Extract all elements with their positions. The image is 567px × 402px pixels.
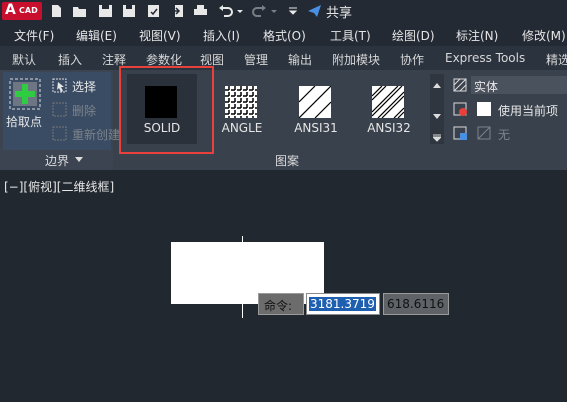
boundary-panel: 拾取点 选择 删除 重新创建 边界 bbox=[0, 70, 120, 170]
new-file-icon[interactable] bbox=[49, 4, 64, 18]
hatch-type-icon bbox=[453, 78, 467, 92]
share-label[interactable]: 共享 bbox=[326, 2, 352, 21]
redo-icon[interactable] bbox=[252, 4, 267, 18]
pick-point-icon[interactable] bbox=[9, 78, 41, 110]
menu-bar: 文件(F) 编辑(E) 视图(V) 插入(I) 格式(O) 工具(T) 绘图(D… bbox=[0, 24, 567, 46]
command-prompt-label: 命令: bbox=[264, 299, 293, 313]
tab-addins[interactable]: 附加模块 bbox=[332, 51, 380, 68]
ansi32-hatch-icon bbox=[372, 86, 404, 118]
hatch-type-value: 实体 bbox=[474, 80, 499, 94]
solid-pattern-highlight bbox=[119, 66, 214, 154]
scroll-up-icon[interactable] bbox=[433, 82, 441, 90]
pattern-panel-title: 图案 bbox=[275, 154, 300, 168]
ansi31-hatch-icon bbox=[299, 86, 331, 118]
pattern-ansi31-label: ANSI31 bbox=[294, 121, 338, 135]
angle-grid-icon bbox=[225, 86, 257, 118]
properties-panel: 实体 使用当前项 无 bbox=[447, 70, 567, 170]
pattern-ansi32-label: ANSI32 bbox=[367, 121, 411, 135]
gallery-expand-icon[interactable] bbox=[433, 134, 441, 142]
x-coordinate-value: 3181.3719 bbox=[309, 297, 376, 311]
viewport-controls[interactable]: [−][俯视][二维线框] bbox=[4, 178, 114, 195]
import-icon[interactable] bbox=[170, 4, 185, 18]
pattern-ansi31[interactable]: ANSI31 bbox=[281, 74, 351, 144]
hatch-type-select[interactable]: 实体 bbox=[471, 76, 567, 94]
save-as-icon[interactable] bbox=[122, 4, 137, 18]
background-color-value: 无 bbox=[498, 128, 511, 142]
app-logo[interactable]: A CAD bbox=[2, 2, 42, 20]
hatch-color-icon bbox=[453, 102, 467, 116]
ribbon: 拾取点 选择 删除 重新创建 边界 SOLID ANGLE ANSI31 ANS… bbox=[0, 70, 567, 170]
share-icon[interactable] bbox=[307, 4, 322, 18]
save-icon[interactable] bbox=[98, 4, 113, 18]
menu-edit[interactable]: 编辑(E) bbox=[76, 27, 117, 44]
boundary-expand-icon[interactable] bbox=[75, 155, 83, 163]
delete-icon bbox=[52, 102, 67, 117]
tab-default[interactable]: 默认 bbox=[12, 51, 36, 68]
menu-modify[interactable]: 修改(M) bbox=[522, 27, 566, 44]
undo-icon[interactable] bbox=[218, 4, 233, 18]
select-label[interactable]: 选择 bbox=[72, 78, 96, 95]
hatch-color-value: 使用当前项 bbox=[498, 104, 559, 118]
menu-dimension[interactable]: 标注(N) bbox=[456, 27, 498, 44]
quick-access-toolbar: A CAD 共享 bbox=[0, 0, 567, 24]
logo-letter: A bbox=[5, 2, 16, 18]
boundary-panel-title[interactable]: 边界 bbox=[45, 152, 69, 169]
pick-point-label[interactable]: 拾取点 bbox=[6, 113, 42, 130]
menu-format[interactable]: 格式(O) bbox=[263, 27, 306, 44]
recreate-icon bbox=[52, 126, 67, 141]
tab-manage[interactable]: 管理 bbox=[244, 51, 268, 68]
tab-express-tools[interactable]: Express Tools bbox=[445, 51, 525, 65]
redo-dropdown-icon[interactable] bbox=[270, 4, 278, 18]
menu-tools[interactable]: 工具(T) bbox=[330, 27, 371, 44]
no-color-icon bbox=[477, 126, 491, 140]
tab-featured[interactable]: 精选 bbox=[546, 51, 567, 68]
pattern-angle[interactable]: ANGLE bbox=[207, 74, 277, 144]
customize-dropdown-icon[interactable] bbox=[288, 4, 298, 18]
menu-draw[interactable]: 绘图(D) bbox=[392, 27, 435, 44]
menu-file[interactable]: 文件(F) bbox=[14, 27, 54, 44]
y-coordinate-input[interactable]: 618.6116 bbox=[383, 293, 449, 315]
open-folder-icon[interactable] bbox=[72, 4, 87, 18]
gallery-scroll bbox=[430, 74, 444, 144]
tab-collaborate[interactable]: 协作 bbox=[400, 51, 424, 68]
crosshair-cursor bbox=[242, 236, 243, 318]
tab-insert[interactable]: 插入 bbox=[58, 51, 82, 68]
ribbon-tabs: 默认 插入 注释 参数化 视图 管理 输出 附加模块 协作 Express To… bbox=[0, 46, 567, 70]
delete-label: 删除 bbox=[72, 104, 97, 118]
color-swatch bbox=[477, 102, 491, 116]
background-color-icon bbox=[453, 126, 467, 140]
hatch-color-select[interactable]: 使用当前项 bbox=[471, 100, 567, 118]
tab-output[interactable]: 输出 bbox=[288, 51, 312, 68]
x-coordinate-input[interactable]: 3181.3719 bbox=[306, 293, 380, 315]
select-icon[interactable] bbox=[52, 78, 67, 93]
pattern-angle-label: ANGLE bbox=[221, 121, 263, 135]
background-color-select[interactable]: 无 bbox=[471, 124, 567, 142]
pattern-ansi32[interactable]: ANSI32 bbox=[354, 74, 424, 144]
logo-sub: CAD bbox=[19, 6, 38, 15]
y-coordinate-value: 618.6116 bbox=[387, 297, 445, 311]
publish-icon[interactable] bbox=[146, 4, 161, 18]
print-icon[interactable] bbox=[193, 4, 208, 18]
menu-view[interactable]: 视图(V) bbox=[139, 27, 181, 44]
recreate-label: 重新创建 bbox=[72, 128, 121, 142]
scroll-down-icon[interactable] bbox=[433, 112, 441, 120]
command-prompt: 命令: bbox=[258, 293, 304, 315]
undo-dropdown-icon[interactable] bbox=[236, 4, 244, 18]
menu-insert[interactable]: 插入(I) bbox=[203, 27, 240, 44]
